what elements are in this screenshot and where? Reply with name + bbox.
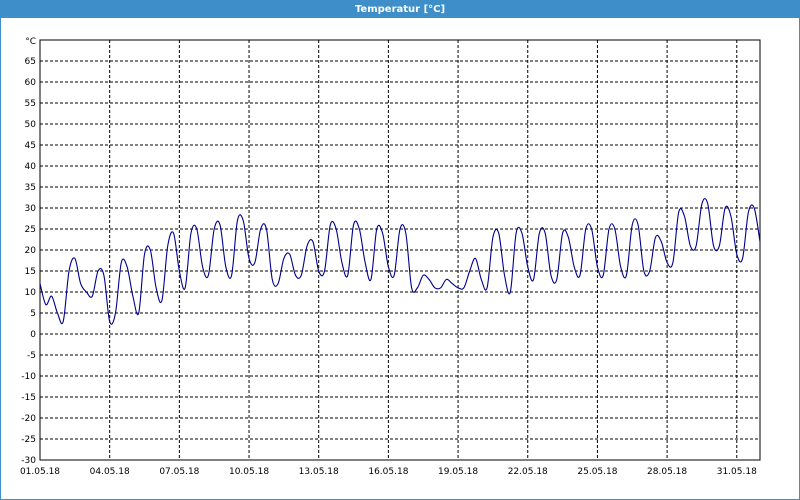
chart-window: Temperatur [°C] -30 -25 -20 -15 -10 -5 0 5 10 15 2… <box>0 0 800 500</box>
x-tick-label: 10.05.18 <box>229 467 269 477</box>
y-tick-label: 25 <box>25 225 36 235</box>
y-tick-label: 15 <box>25 267 36 277</box>
y-tick-label: -5 <box>27 351 36 361</box>
x-tick-label: 16.05.18 <box>368 467 408 477</box>
grid <box>40 40 760 460</box>
x-tick-label: 04.05.18 <box>90 467 130 477</box>
x-tick-label: 01.05.18 <box>20 467 60 477</box>
y-tick-labels: -30 -25 -20 -15 -10 -5 0 5 10 15 20 25 30 35 40 45 50 55 6… <box>21 57 36 466</box>
y-tick-label: 10 <box>25 288 37 298</box>
y-tick-label: 60 <box>25 78 37 88</box>
y-tick-label: -30 <box>21 456 36 466</box>
y-tick-label: 45 <box>25 141 36 151</box>
y-tick-label: 0 <box>30 330 36 340</box>
y-axis-unit-label: °C <box>25 37 36 47</box>
y-tick-label: -10 <box>21 372 36 382</box>
y-tick-label: 50 <box>25 120 37 130</box>
y-tick-label: 5 <box>30 309 36 319</box>
y-tick-label: 40 <box>25 162 37 172</box>
y-tick-label: 30 <box>25 204 37 214</box>
y-tick-label: 20 <box>25 246 37 256</box>
y-tick-label: 65 <box>25 57 36 67</box>
y-tick-label: -25 <box>21 435 36 445</box>
temperature-series-line <box>39 198 761 325</box>
y-tick-label: 55 <box>25 99 36 109</box>
y-tick-label: 35 <box>25 183 36 193</box>
temperature-chart: -30 -25 -20 -15 -10 -5 0 5 10 15 20 25 30 35 40 45 50 55 6… <box>20 37 761 477</box>
x-tick-label: 19.05.18 <box>438 467 478 477</box>
x-tick-label: 07.05.18 <box>159 467 199 477</box>
x-tick-label: 28.05.18 <box>647 467 687 477</box>
x-tick-label: 13.05.18 <box>299 467 339 477</box>
y-tick-label: -15 <box>21 393 36 403</box>
x-tick-label: 31.05.18 <box>717 467 757 477</box>
x-tick-label: 25.05.18 <box>577 467 617 477</box>
y-tick-label: -20 <box>21 414 36 424</box>
x-tick-label: 22.05.18 <box>508 467 548 477</box>
x-tick-labels: 01.05.18 04.05.18 07.05.18 10.05.18 13.05.18… <box>20 467 757 477</box>
